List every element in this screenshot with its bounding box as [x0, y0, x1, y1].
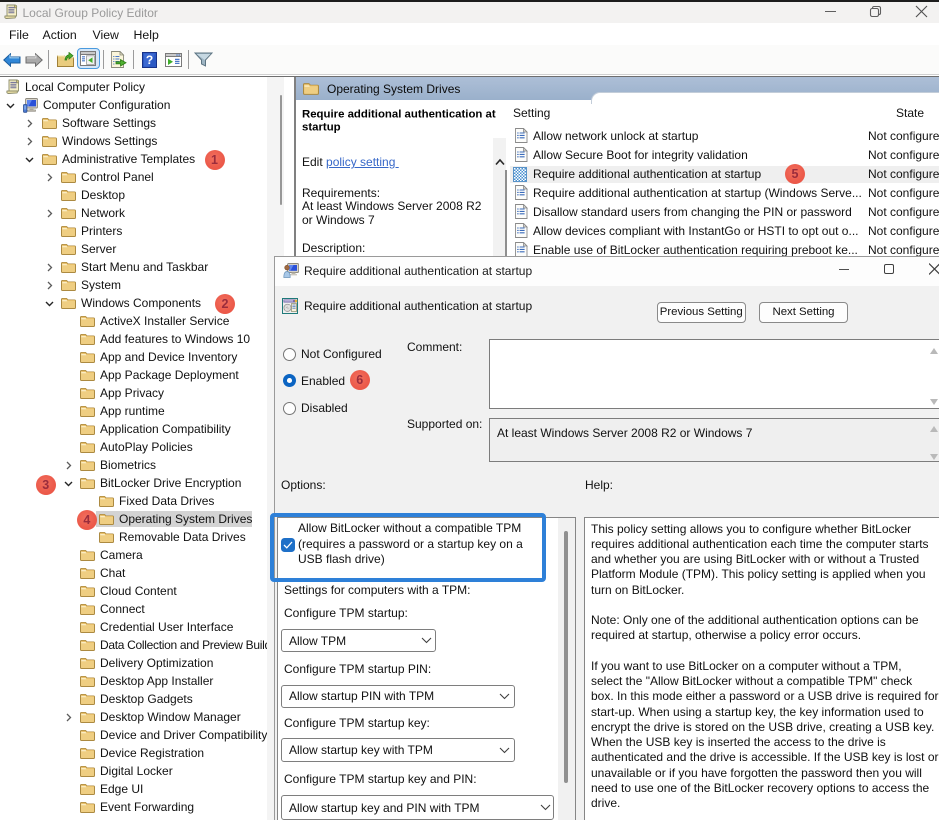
svg-text:?: ?: [145, 53, 152, 67]
